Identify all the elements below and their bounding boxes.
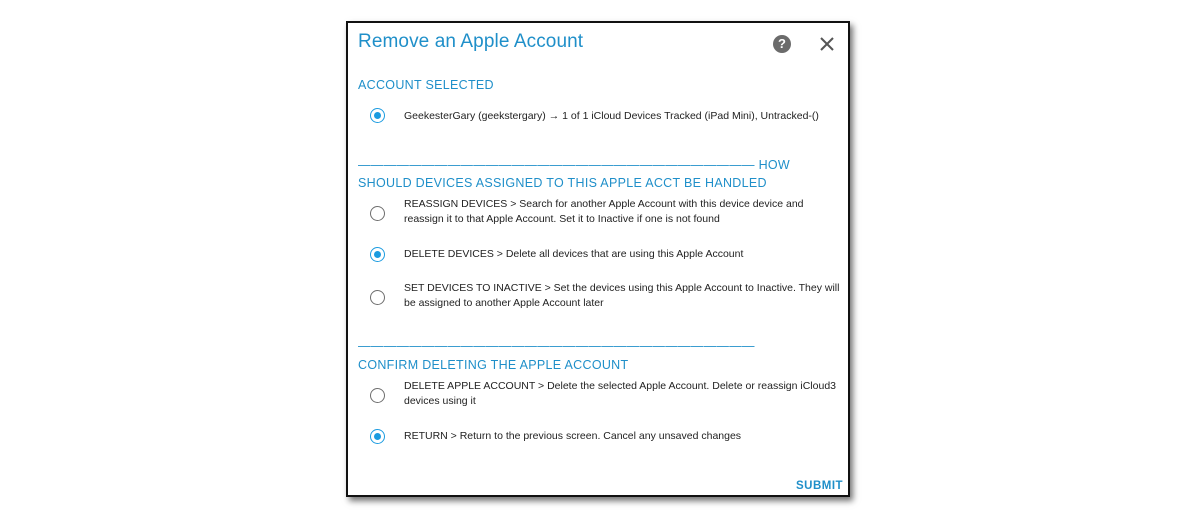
close-icon[interactable] (818, 35, 836, 53)
dialog-title: Remove an Apple Account (358, 31, 584, 52)
confirm-heading: CONFIRM DELETING THE APPLE ACCOUNT (358, 358, 629, 372)
remove-account-dialog: Remove an Apple Account ? ACCOUNT SELECT… (346, 21, 850, 497)
help-icon[interactable]: ? (773, 35, 791, 53)
option-set-devices-inactive[interactable]: SET DEVICES TO INACTIVE > Set the device… (370, 281, 840, 313)
option-label: DELETE APPLE ACCOUNT > Delete the select… (404, 380, 836, 407)
option-label: DELETE DEVICES > Delete all devices that… (404, 248, 744, 260)
option-label: SET DEVICES TO INACTIVE > Set the device… (404, 282, 840, 309)
option-reassign-devices[interactable]: REASSIGN DEVICES > Search for another Ap… (370, 197, 840, 229)
option-return[interactable]: RETURN > Return to the previous screen. … (370, 428, 840, 446)
radio-account-geekstergary[interactable] (370, 108, 385, 123)
option-label: GeekesterGary (geekstergary) → 1 of 1 iC… (404, 110, 819, 122)
option-delete-devices[interactable]: DELETE DEVICES > Delete all devices that… (370, 246, 840, 264)
confirm-separator: ——————————————————————————————— (358, 339, 755, 353)
radio-set-devices-inactive[interactable] (370, 290, 385, 305)
radio-delete-apple-account[interactable] (370, 388, 385, 403)
option-label: RETURN > Return to the previous screen. … (404, 430, 742, 442)
submit-button[interactable]: SUBMIT (796, 480, 843, 492)
radio-return[interactable] (370, 429, 385, 444)
account-selected-heading: ACCOUNT SELECTED (358, 78, 494, 92)
devices-heading-line1: ——————————————————————————————— HOW (358, 158, 791, 172)
option-delete-apple-account[interactable]: DELETE APPLE ACCOUNT > Delete the select… (370, 379, 840, 411)
devices-heading-line2: SHOULD DEVICES ASSIGNED TO THIS APPLE AC… (358, 176, 767, 190)
radio-reassign-devices[interactable] (370, 206, 385, 221)
option-account-geekstergary[interactable]: GeekesterGary (geekstergary) → 1 of 1 iC… (370, 107, 840, 125)
radio-delete-devices[interactable] (370, 247, 385, 262)
option-label: REASSIGN DEVICES > Search for another Ap… (404, 198, 804, 225)
